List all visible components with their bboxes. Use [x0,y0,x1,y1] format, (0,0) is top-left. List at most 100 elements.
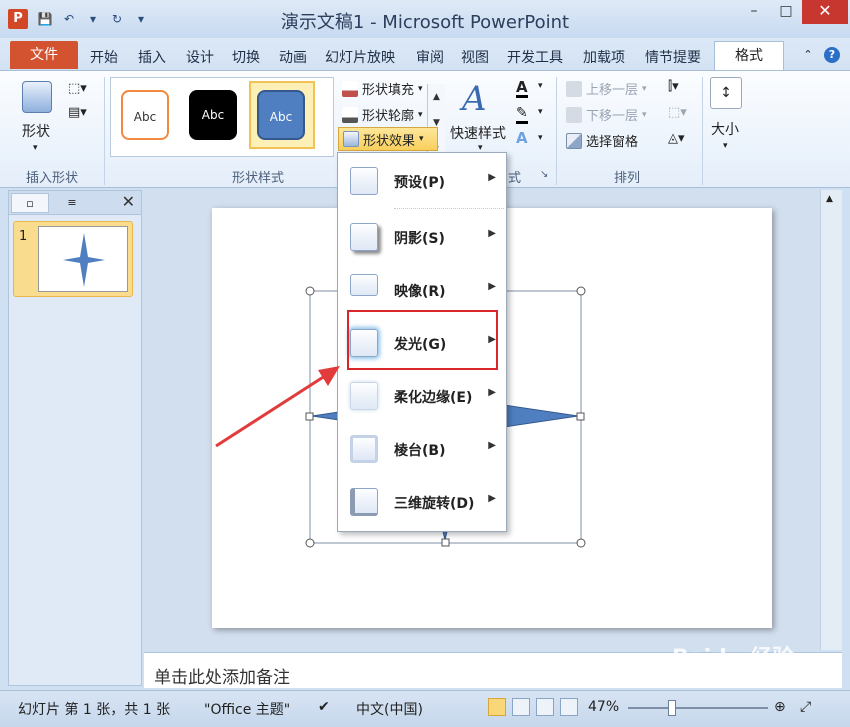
group-separator [702,77,703,185]
selection-pane-label: 选择窗格 [586,135,639,150]
bring-forward-button[interactable]: 上移一层 ▾ [566,79,647,98]
group-objects-icon[interactable]: ⬚▾ [668,105,687,120]
slide-thumbnail[interactable] [13,221,133,297]
menu-item-label: 映像(R) [394,284,446,300]
slides-tab-icon[interactable]: ▫ [11,193,49,213]
zoom-level[interactable]: 47% [588,699,619,715]
send-backward-button[interactable]: 下移一层 ▾ [566,105,647,124]
shape-outline-button[interactable]: 形状轮廓 ▾ [342,105,423,124]
tab-review[interactable]: 审阅 [416,47,444,67]
slides-pane: ▫ ≡ ✕ 1 [8,190,142,686]
preset-icon [350,167,378,195]
effects-dropdown-icon: ▾ [419,134,424,144]
menu-item-soft-edges[interactable]: 柔化边缘(E) ▶ [338,370,506,422]
pane-close-icon[interactable]: ✕ [122,192,135,211]
tab-storyboard[interactable]: 情节提要 [645,47,701,67]
theme-name[interactable]: "Office 主题" [204,699,290,719]
tab-developer[interactable]: 开发工具 [507,47,563,67]
align-icon[interactable]: ⫿▾ [668,79,679,94]
soft-edges-icon [350,382,378,410]
proofing-icon[interactable]: ✔ [318,699,330,715]
tab-file[interactable]: 文件 [10,41,78,69]
menu-item-bevel[interactable]: 棱台(B) ▶ [338,423,506,475]
text-effects-icon[interactable]: A [516,129,528,147]
outline-dropdown-icon: ▾ [418,109,423,120]
tab-home[interactable]: 开始 [90,47,118,67]
text-outline-dropdown-icon[interactable]: ▾ [538,107,543,117]
tab-format[interactable]: 格式 [714,41,784,71]
text-effects-dropdown-icon[interactable]: ▾ [538,133,543,143]
menu-item-shadow[interactable]: 阴影(S) ▶ [338,211,506,263]
quick-styles-button[interactable]: 快速样式 [450,123,506,143]
style-swatch-black[interactable]: Abc [189,90,237,140]
tab-animations[interactable]: 动画 [279,47,307,67]
text-fill-dropdown-icon[interactable]: ▾ [538,81,543,91]
maximize-button[interactable]: □ [770,0,802,24]
wordart-a-icon[interactable]: A [462,79,487,119]
help-area: ⌃ ? [800,47,840,63]
pencil-icon [342,106,358,123]
bring-forward-label: 上移一层 [586,83,639,98]
tab-view[interactable]: 视图 [461,47,489,67]
close-button[interactable]: ✕ [802,0,848,24]
tab-design[interactable]: 设计 [186,47,214,67]
zoom-slider-handle[interactable] [668,700,676,716]
shape-effects-button[interactable]: 形状效果 ▾ [338,127,438,151]
outline-tab-icon[interactable]: ≡ [53,193,91,213]
size-dropdown-icon[interactable]: ▾ [723,141,728,151]
text-outline-icon[interactable]: ✎ [516,105,528,124]
group-insert-shapes: 插入形状 [26,171,79,186]
thumbnail-star-icon [63,233,105,287]
baidu-watermark-url: jingyan.baidu.com [700,668,802,681]
slide-count: 幻灯片 第 1 张，共 1 张 [18,702,171,718]
menu-item-preset[interactable]: 预设(P) ▶ [338,155,506,207]
zoom-slider[interactable] [628,707,768,709]
tab-slideshow[interactable]: 幻灯片放映 [325,47,395,67]
submenu-arrow-icon: ▶ [488,493,496,504]
tab-addins[interactable]: 加载项 [583,47,625,67]
submenu-arrow-icon: ▶ [488,440,496,451]
zoom-in-icon[interactable]: ⊕ [774,699,786,715]
tab-transitions[interactable]: 切换 [232,47,260,67]
style-swatch-blue[interactable]: Abc [257,90,305,140]
minimize-button[interactable]: – [738,0,770,24]
menu-separator [394,208,504,209]
tab-insert[interactable]: 插入 [138,47,166,67]
menu-item-label: 柔化边缘(E) [394,390,473,406]
selection-pane-button[interactable]: 选择窗格 [566,131,638,150]
fit-to-window-icon[interactable]: ⤢ [800,699,811,715]
rotate-icon[interactable]: ◬▾ [668,131,685,146]
menu-item-reflection[interactable]: 映像(R) ▶ [338,264,506,316]
scroll-up-icon[interactable]: ▲ [826,194,833,204]
text-fill-icon[interactable]: A [516,79,528,98]
bring-forward-icon [566,80,582,97]
style-swatch-orange-outline[interactable]: Abc [121,90,169,140]
slideshow-view-button[interactable] [560,698,578,716]
bevel-icon [350,435,378,463]
collapse-ribbon-icon[interactable]: ⌃ [800,47,816,63]
help-icon[interactable]: ? [824,47,840,63]
normal-view-button[interactable] [488,698,506,716]
gallery-up-icon[interactable]: ▲ [428,84,445,110]
reflection-icon [350,274,378,296]
size-icon[interactable]: ↕ [710,77,742,109]
send-backward-label: 下移一层 [586,109,639,124]
menu-item-3d-rotation[interactable]: 三维旋转(D) ▶ [338,476,506,528]
window-controls: – □ ✕ [738,0,848,24]
reading-view-button[interactable] [536,698,554,716]
vertical-scrollbar[interactable]: ▲ [820,190,842,650]
slide-sorter-view-button[interactable] [512,698,530,716]
size-button[interactable]: 大小 [711,119,739,139]
glow-highlight-box [347,310,498,370]
shapes-button[interactable]: 形状 [22,121,50,141]
wordart-launcher-icon[interactable]: ↘ [540,169,548,180]
submenu-arrow-icon: ▶ [488,387,496,398]
shapes-dropdown-icon[interactable]: ▾ [33,143,38,153]
shapes-icon[interactable] [22,81,52,113]
text-box-icon[interactable]: ▤▾ [68,105,87,120]
paint-bucket-icon [342,80,358,97]
selection-pane-icon [566,132,582,149]
shape-fill-button[interactable]: 形状填充 ▾ [342,79,423,98]
language[interactable]: 中文(中国) [356,699,423,719]
edit-shape-icon[interactable]: ⬚▾ [68,81,87,96]
